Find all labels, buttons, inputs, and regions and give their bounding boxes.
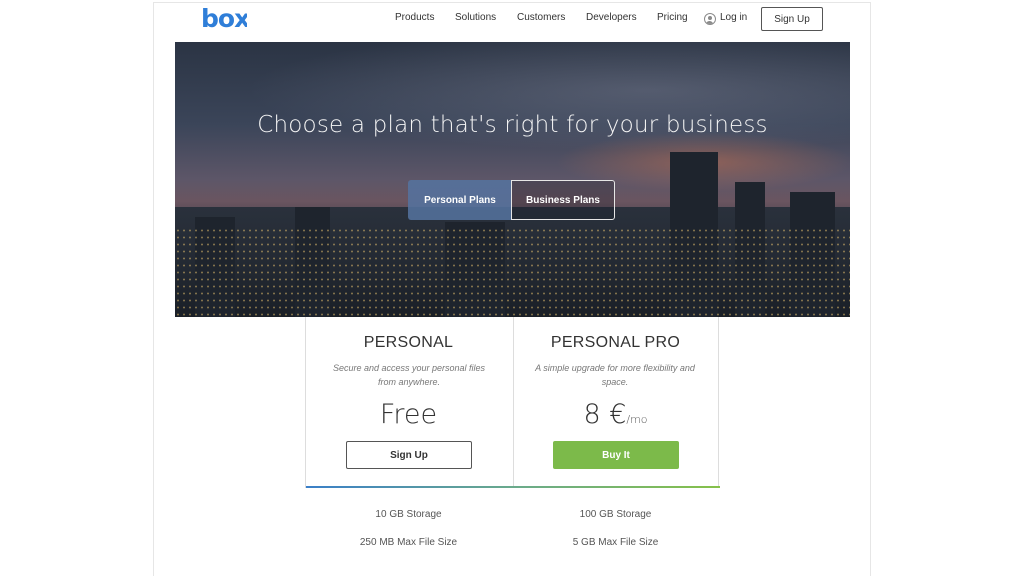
price-value: 8 € <box>583 399 627 430</box>
logo-text: box <box>201 4 247 33</box>
plan-name-personal-pro: PERSONAL PRO <box>550 334 681 351</box>
feature-storage-personal: 10 GB Storage <box>375 509 442 520</box>
hero-title: Choose a plan that's right for your busi… <box>257 112 768 138</box>
nav-login[interactable]: Log in <box>720 12 747 23</box>
feature-storage-personal-pro: 100 GB Storage <box>579 509 652 520</box>
header-signup-button[interactable]: Sign Up <box>761 7 823 31</box>
personal-pro-buy-button[interactable]: Buy It <box>553 441 679 469</box>
box-logo-mark: box <box>201 4 251 33</box>
nav-products[interactable]: Products <box>395 12 434 23</box>
nav-developers[interactable]: Developers <box>586 12 637 23</box>
nav-customers[interactable]: Customers <box>517 12 565 23</box>
feature-filesize-personal-pro: 5 GB Max File Size <box>572 537 659 548</box>
price-unit: /mo <box>626 413 648 426</box>
plan-desc-personal: Secure and access your personal files fr… <box>332 363 486 387</box>
city-lights <box>175 227 850 317</box>
plan-desc-personal-pro: A simple upgrade for more flexibility an… <box>535 363 695 387</box>
plans-accent-bar <box>306 486 720 488</box>
user-icon <box>704 13 716 25</box>
nav-solutions[interactable]: Solutions <box>455 12 496 23</box>
plan-price-personal-pro: 8 €/mo <box>512 399 719 430</box>
business-plans-tab[interactable]: Business Plans <box>511 180 615 220</box>
personal-signup-button[interactable]: Sign Up <box>346 441 472 469</box>
personal-plans-tab[interactable]: Personal Plans <box>408 180 512 220</box>
plan-price-personal: Free <box>305 399 512 430</box>
plan-name-personal: PERSONAL <box>363 334 454 351</box>
feature-filesize-personal: 250 MB Max File Size <box>359 537 458 548</box>
price-value: Free <box>379 399 438 430</box>
box-logo[interactable]: box <box>201 4 251 34</box>
nav-pricing[interactable]: Pricing <box>657 12 688 23</box>
